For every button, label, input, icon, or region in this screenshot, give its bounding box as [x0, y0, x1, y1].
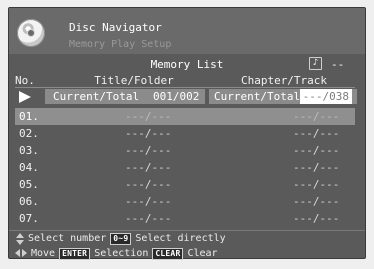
item-chapter-track: ---/---	[293, 178, 340, 191]
help-select-directly: Select directly	[135, 233, 226, 244]
help-divider	[9, 230, 365, 231]
window-subtitle: Memory Play Setup	[69, 39, 172, 50]
disc-icon	[17, 19, 45, 47]
item-number: 01.	[19, 110, 39, 123]
item-title-folder: ---/---	[125, 110, 172, 123]
digits-key-icon: 0~9	[110, 232, 132, 245]
current-chapter-label: Current/Total	[214, 90, 301, 103]
clear-key-icon: CLEAR	[152, 247, 184, 260]
list-item[interactable]: 06. ---/--- ---/---	[15, 193, 355, 210]
window-title: Disc Navigator	[69, 21, 162, 34]
list-item[interactable]: 01. ---/--- ---/---	[15, 108, 355, 125]
list-item[interactable]: 03. ---/--- ---/---	[15, 142, 355, 159]
item-number: 05.	[19, 178, 39, 191]
item-chapter-track: ---/---	[293, 144, 340, 157]
item-chapter-track: ---/---	[293, 161, 340, 174]
item-chapter-track: ---/---	[293, 127, 340, 140]
help-selection: Selection	[94, 248, 149, 259]
music-note-icon: ♪	[309, 57, 322, 70]
current-title-label: Current/Total	[53, 90, 140, 103]
item-number: 04.	[19, 161, 39, 174]
item-title-folder: ---/---	[125, 195, 172, 208]
header-divider	[15, 87, 355, 88]
item-chapter-track: ---/---	[293, 110, 340, 123]
current-title-value: 001/002	[153, 90, 200, 103]
list-item[interactable]: 04. ---/--- ---/---	[15, 159, 355, 176]
item-title-folder: ---/---	[125, 212, 172, 225]
column-header-title-folder: Title/Folder	[94, 74, 174, 87]
item-number: 06.	[19, 195, 39, 208]
column-header-chapter-track: Chapter/Track	[240, 74, 328, 87]
memory-list: 01. ---/--- ---/--- 02. ---/--- ---/--- …	[15, 108, 355, 227]
item-title-folder: ---/---	[125, 127, 172, 140]
help-clear: Clear	[187, 248, 218, 259]
help-move: Move	[31, 248, 56, 259]
list-item[interactable]: 05. ---/--- ---/---	[15, 176, 355, 193]
list-item[interactable]: 07. ---/--- ---/---	[15, 210, 355, 227]
left-right-arrows-icon	[15, 249, 27, 258]
current-chapter-value: ---/038	[300, 89, 352, 104]
item-chapter-track: ---/---	[293, 212, 340, 225]
enter-key-icon: ENTER	[59, 247, 91, 260]
item-number: 07.	[19, 212, 39, 225]
item-title-folder: ---/---	[125, 144, 172, 157]
list-item[interactable]: 02. ---/--- ---/---	[15, 125, 355, 142]
item-title-folder: ---/---	[125, 161, 172, 174]
play-icon	[19, 91, 31, 103]
item-number: 02.	[19, 127, 39, 140]
mode-value: --	[331, 58, 345, 71]
help-line-2: Move ENTER Selection CLEAR Clear	[15, 247, 218, 260]
column-header-no: No.	[15, 74, 35, 87]
help-line-1: Select number 0~9 Select directly	[15, 232, 226, 245]
help-select-number: Select number	[28, 233, 107, 244]
header-bar: Disc Navigator Memory Play Setup	[9, 8, 365, 54]
up-down-arrows-icon	[15, 232, 24, 245]
item-chapter-track: ---/---	[293, 195, 340, 208]
item-title-folder: ---/---	[125, 178, 172, 191]
disc-navigator-panel: Disc Navigator Memory Play Setup Memory …	[8, 7, 366, 260]
item-number: 03.	[19, 144, 39, 157]
